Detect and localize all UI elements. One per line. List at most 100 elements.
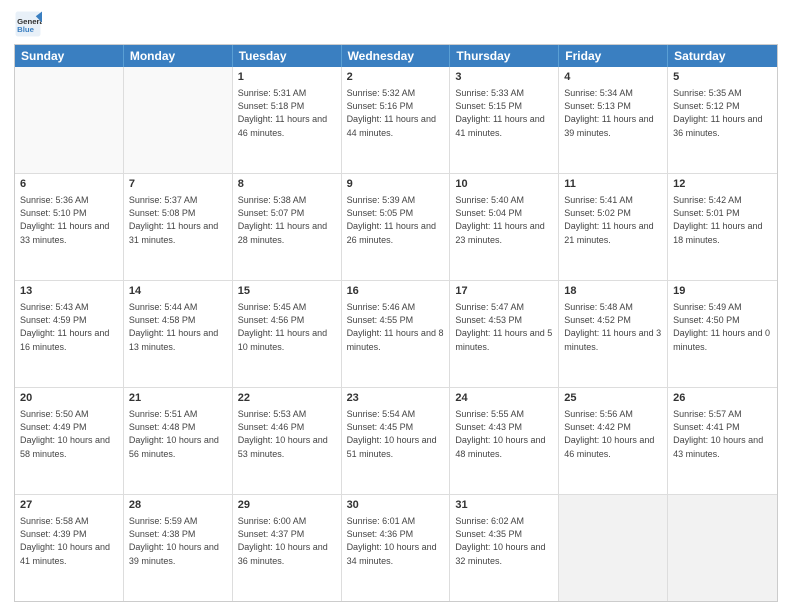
day-detail: Sunrise: 5:34 AM Sunset: 5:13 PM Dayligh… <box>564 87 662 139</box>
day-detail: Sunrise: 5:57 AM Sunset: 4:41 PM Dayligh… <box>673 408 772 460</box>
day-detail: Sunrise: 5:55 AM Sunset: 4:43 PM Dayligh… <box>455 408 553 460</box>
cal-cell-5: 5 Sunrise: 5:35 AM Sunset: 5:12 PM Daylig… <box>668 67 777 173</box>
day-detail: Sunrise: 5:51 AM Sunset: 4:48 PM Dayligh… <box>129 408 227 460</box>
header-day-saturday: Saturday <box>668 45 777 67</box>
cal-cell-20: 20Sunrise: 5:50 AM Sunset: 4:49 PM Dayli… <box>15 388 124 494</box>
cal-cell-empty-0-0 <box>15 67 124 173</box>
day-number: 9 <box>347 177 445 192</box>
day-number: 21 <box>129 391 227 406</box>
page: General Blue SundayMondayTuesdayWednesda… <box>0 0 792 612</box>
cal-cell-1: 1 Sunrise: 5:31 AM Sunset: 5:18 PM Daylig… <box>233 67 342 173</box>
cal-cell-24: 24 Sunrise: 5:55 AM Sunset: 4:43 PM Dayli… <box>450 388 559 494</box>
day-detail: Sunrise: 5:59 AM Sunset: 4:38 PM Dayligh… <box>129 515 227 567</box>
day-number: 24 <box>455 391 553 406</box>
cal-cell-25: 25 Sunrise: 5:56 AM Sunset: 4:42 PM Dayli… <box>559 388 668 494</box>
cal-cell-13: 13 Sunrise: 5:43 AM Sunset: 4:59 PM Dayli… <box>15 281 124 387</box>
cal-cell-15: 15 Sunrise: 5:45 AM Sunset: 4:56 PM Dayli… <box>233 281 342 387</box>
week-row-3: 13 Sunrise: 5:43 AM Sunset: 4:59 PM Dayli… <box>15 281 777 388</box>
cal-cell-18: 18 Sunrise: 5:48 AM Sunset: 4:52 PM Dayli… <box>559 281 668 387</box>
day-detail: Sunrise: 5:56 AM Sunset: 4:42 PM Dayligh… <box>564 408 662 460</box>
day-detail: Sunrise: 5:48 AM Sunset: 4:52 PM Dayligh… <box>564 301 662 353</box>
day-number: 20 <box>20 391 118 406</box>
day-number: 15 <box>238 284 336 299</box>
day-detail: Sunrise: 5:38 AM Sunset: 5:07 PM Dayligh… <box>238 194 336 246</box>
day-detail: Sunrise: 5:49 AM Sunset: 4:50 PM Dayligh… <box>673 301 772 353</box>
day-number: 16 <box>347 284 445 299</box>
day-detail: Sunrise: 6:02 AM Sunset: 4:35 PM Dayligh… <box>455 515 553 567</box>
day-number: 26 <box>673 391 772 406</box>
svg-text:Blue: Blue <box>17 25 35 34</box>
cal-cell-empty-4-6 <box>668 495 777 601</box>
day-number: 28 <box>129 498 227 513</box>
cal-cell-31: 31 Sunrise: 6:02 AM Sunset: 4:35 PM Dayli… <box>450 495 559 601</box>
cal-cell-10: 10Sunrise: 5:40 AM Sunset: 5:04 PM Dayli… <box>450 174 559 280</box>
day-number: 25 <box>564 391 662 406</box>
cal-cell-empty-4-5 <box>559 495 668 601</box>
cal-cell-27: 27 Sunrise: 5:58 AM Sunset: 4:39 PM Dayli… <box>15 495 124 601</box>
day-detail: Sunrise: 5:41 AM Sunset: 5:02 PM Dayligh… <box>564 194 662 246</box>
day-detail: Sunrise: 5:46 AM Sunset: 4:55 PM Dayligh… <box>347 301 445 353</box>
day-detail: Sunrise: 6:00 AM Sunset: 4:37 PM Dayligh… <box>238 515 336 567</box>
logo: General Blue <box>14 10 46 38</box>
day-number: 8 <box>238 177 336 192</box>
cal-cell-22: 22Sunrise: 5:53 AM Sunset: 4:46 PM Dayli… <box>233 388 342 494</box>
day-number: 31 <box>455 498 553 513</box>
day-detail: Sunrise: 5:31 AM Sunset: 5:18 PM Dayligh… <box>238 87 336 139</box>
cal-cell-9: 9 Sunrise: 5:39 AM Sunset: 5:05 PM Daylig… <box>342 174 451 280</box>
cal-cell-14: 14 Sunrise: 5:44 AM Sunset: 4:58 PM Dayli… <box>124 281 233 387</box>
day-detail: Sunrise: 5:44 AM Sunset: 4:58 PM Dayligh… <box>129 301 227 353</box>
day-detail: Sunrise: 5:58 AM Sunset: 4:39 PM Dayligh… <box>20 515 118 567</box>
day-number: 13 <box>20 284 118 299</box>
day-detail: Sunrise: 5:54 AM Sunset: 4:45 PM Dayligh… <box>347 408 445 460</box>
cal-cell-2: 2 Sunrise: 5:32 AM Sunset: 5:16 PM Daylig… <box>342 67 451 173</box>
cal-cell-19: 19Sunrise: 5:49 AM Sunset: 4:50 PM Dayli… <box>668 281 777 387</box>
day-number: 30 <box>347 498 445 513</box>
header-day-wednesday: Wednesday <box>342 45 451 67</box>
day-detail: Sunrise: 5:53 AM Sunset: 4:46 PM Dayligh… <box>238 408 336 460</box>
day-detail: Sunrise: 5:45 AM Sunset: 4:56 PM Dayligh… <box>238 301 336 353</box>
day-detail: Sunrise: 5:42 AM Sunset: 5:01 PM Dayligh… <box>673 194 772 246</box>
week-row-1: 1 Sunrise: 5:31 AM Sunset: 5:18 PM Daylig… <box>15 67 777 174</box>
cal-cell-4: 4 Sunrise: 5:34 AM Sunset: 5:13 PM Daylig… <box>559 67 668 173</box>
calendar-body: 1 Sunrise: 5:31 AM Sunset: 5:18 PM Daylig… <box>15 67 777 601</box>
day-number: 11 <box>564 177 662 192</box>
cal-cell-23: 23Sunrise: 5:54 AM Sunset: 4:45 PM Dayli… <box>342 388 451 494</box>
day-number: 2 <box>347 70 445 85</box>
calendar-header-row: SundayMondayTuesdayWednesdayThursdayFrid… <box>15 45 777 67</box>
header-day-thursday: Thursday <box>450 45 559 67</box>
day-detail: Sunrise: 5:43 AM Sunset: 4:59 PM Dayligh… <box>20 301 118 353</box>
calendar: SundayMondayTuesdayWednesdayThursdayFrid… <box>14 44 778 602</box>
header-day-sunday: Sunday <box>15 45 124 67</box>
day-number: 18 <box>564 284 662 299</box>
day-detail: Sunrise: 5:35 AM Sunset: 5:12 PM Dayligh… <box>673 87 772 139</box>
day-number: 12 <box>673 177 772 192</box>
cal-cell-6: 6 Sunrise: 5:36 AM Sunset: 5:10 PM Daylig… <box>15 174 124 280</box>
day-number: 14 <box>129 284 227 299</box>
header-day-friday: Friday <box>559 45 668 67</box>
day-detail: Sunrise: 6:01 AM Sunset: 4:36 PM Dayligh… <box>347 515 445 567</box>
day-number: 17 <box>455 284 553 299</box>
header-day-monday: Monday <box>124 45 233 67</box>
cal-cell-11: 11 Sunrise: 5:41 AM Sunset: 5:02 PM Dayli… <box>559 174 668 280</box>
day-detail: Sunrise: 5:37 AM Sunset: 5:08 PM Dayligh… <box>129 194 227 246</box>
day-number: 27 <box>20 498 118 513</box>
cal-cell-8: 8 Sunrise: 5:38 AM Sunset: 5:07 PM Daylig… <box>233 174 342 280</box>
day-detail: Sunrise: 5:32 AM Sunset: 5:16 PM Dayligh… <box>347 87 445 139</box>
day-number: 3 <box>455 70 553 85</box>
week-row-4: 20Sunrise: 5:50 AM Sunset: 4:49 PM Dayli… <box>15 388 777 495</box>
day-number: 1 <box>238 70 336 85</box>
week-row-2: 6 Sunrise: 5:36 AM Sunset: 5:10 PM Daylig… <box>15 174 777 281</box>
day-detail: Sunrise: 5:40 AM Sunset: 5:04 PM Dayligh… <box>455 194 553 246</box>
day-detail: Sunrise: 5:36 AM Sunset: 5:10 PM Dayligh… <box>20 194 118 246</box>
cal-cell-12: 12 Sunrise: 5:42 AM Sunset: 5:01 PM Dayli… <box>668 174 777 280</box>
day-number: 4 <box>564 70 662 85</box>
cal-cell-3: 3Sunrise: 5:33 AM Sunset: 5:15 PM Daylig… <box>450 67 559 173</box>
logo-icon: General Blue <box>14 10 42 38</box>
day-number: 6 <box>20 177 118 192</box>
header-day-tuesday: Tuesday <box>233 45 342 67</box>
day-detail: Sunrise: 5:39 AM Sunset: 5:05 PM Dayligh… <box>347 194 445 246</box>
day-detail: Sunrise: 5:47 AM Sunset: 4:53 PM Dayligh… <box>455 301 553 353</box>
cal-cell-empty-0-1 <box>124 67 233 173</box>
day-number: 5 <box>673 70 772 85</box>
day-number: 7 <box>129 177 227 192</box>
